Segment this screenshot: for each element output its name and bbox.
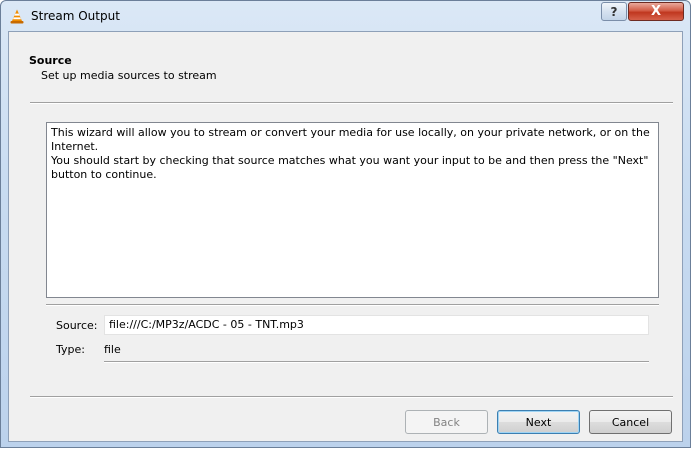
type-value: file [104, 343, 121, 356]
help-icon: ? [610, 4, 618, 19]
type-label: Type: [56, 343, 85, 356]
wizard-description: This wizard will allow you to stream or … [46, 122, 659, 298]
next-button[interactable]: Next [497, 410, 580, 434]
stream-output-window: Stream Output ? X Source Set up media so… [0, 0, 691, 448]
close-icon: X [650, 4, 662, 19]
description-divider [46, 304, 659, 306]
source-divider [104, 361, 649, 363]
source-field[interactable]: file:///C:/MP3z/ACDC - 05 - TNT.mp3 [104, 315, 649, 335]
page-title: Source [29, 54, 72, 67]
window-title: Stream Output [31, 9, 120, 23]
help-button[interactable]: ? [601, 2, 627, 21]
close-button[interactable]: X [628, 2, 684, 21]
dialog-body: Source Set up media sources to stream Th… [8, 31, 683, 442]
cancel-button[interactable]: Cancel [589, 410, 672, 434]
footer-divider [30, 396, 673, 398]
back-button[interactable]: Back [405, 410, 488, 434]
description-line-1: This wizard will allow you to stream or … [51, 126, 650, 153]
source-label: Source: [56, 319, 98, 332]
page-subtitle: Set up media sources to stream [41, 69, 217, 82]
description-line-2: You should start by checking that source… [51, 154, 649, 181]
header-divider [30, 102, 673, 104]
title-bar[interactable]: Stream Output ? X [1, 1, 690, 31]
wizard-header: Source Set up media sources to stream [9, 32, 682, 92]
vlc-cone-icon [10, 9, 24, 24]
